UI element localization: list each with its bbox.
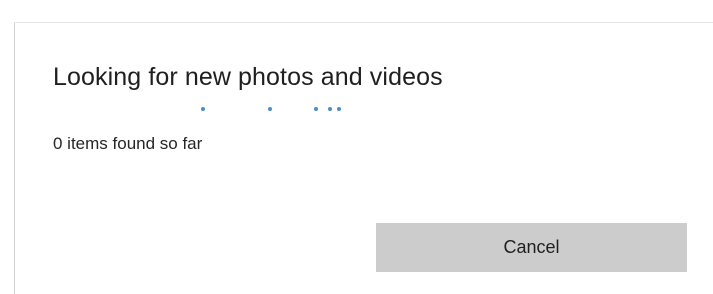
screen: Looking for new photos and videos 0 item… (0, 0, 713, 294)
cancel-button[interactable]: Cancel (376, 223, 687, 272)
progress-dot (201, 107, 205, 111)
progress-dot (314, 107, 318, 111)
import-dialog: Looking for new photos and videos 0 item… (14, 22, 713, 294)
progress-dot (328, 107, 332, 111)
progress-dot (268, 107, 272, 111)
dialog-title: Looking for new photos and videos (53, 63, 443, 91)
progress-dot (337, 107, 341, 111)
items-found-status: 0 items found so far (53, 134, 203, 153)
progress-indicator (201, 107, 361, 113)
